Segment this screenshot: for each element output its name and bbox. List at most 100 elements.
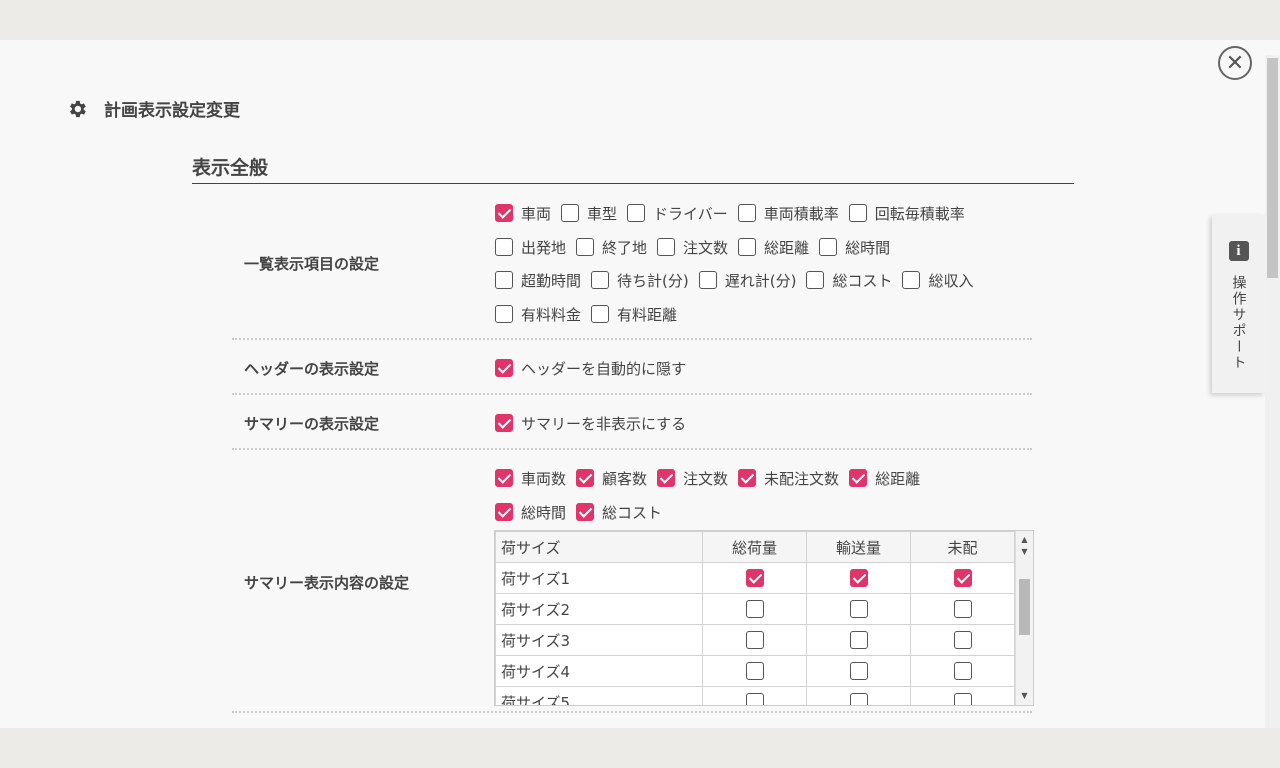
summary-item-option[interactable]: 総距離 <box>849 468 920 489</box>
support-tab[interactable]: i 操作サポート <box>1212 215 1265 393</box>
divider <box>232 448 1032 450</box>
summary-item-checkbox[interactable] <box>657 469 676 487</box>
page-scroll-thumb[interactable] <box>1267 58 1278 278</box>
cargo-size-checkbox[interactable] <box>745 600 764 619</box>
table-header-cell: 未配 <box>910 531 1015 563</box>
scroll-up-icon[interactable]: ▲ <box>1016 533 1033 547</box>
list-item-checkbox[interactable] <box>591 271 610 289</box>
cargo-size-checkbox[interactable] <box>953 693 972 705</box>
list-item-checkbox[interactable] <box>806 271 825 289</box>
divider <box>232 393 1032 395</box>
list-item-checkbox[interactable] <box>495 238 513 256</box>
list-item-option[interactable]: 総収入 <box>902 270 973 291</box>
header-autohide-checkbox[interactable] <box>495 359 513 377</box>
table-row: 荷サイズ2 <box>495 593 1015 625</box>
table-cell <box>910 593 1015 625</box>
summary-hide-checkbox[interactable] <box>495 414 513 432</box>
cargo-size-checkbox[interactable] <box>953 600 972 619</box>
close-icon[interactable]: ✕ <box>1218 46 1252 80</box>
cargo-size-checkbox[interactable] <box>745 631 764 650</box>
list-item-option[interactable]: 出発地 <box>495 237 566 258</box>
header-autohide-option[interactable]: ヘッダーを自動的に隠す <box>495 358 686 379</box>
summary-item-option-label: 顧客数 <box>602 469 648 488</box>
summary-item-option[interactable]: 未配注文数 <box>738 468 839 489</box>
list-item-option[interactable]: 総時間 <box>819 237 890 258</box>
list-item-checkbox[interactable] <box>657 238 676 256</box>
list-item-checkbox[interactable] <box>495 305 513 323</box>
cargo-size-checkbox[interactable] <box>953 631 972 650</box>
list-item-checkbox[interactable] <box>738 238 757 256</box>
list-item-checkbox[interactable] <box>698 271 717 289</box>
scroll-down-small-icon[interactable]: ▼ <box>1016 547 1033 556</box>
list-item-option[interactable]: 車両積載率 <box>737 203 839 224</box>
header-autohide-label: ヘッダーを自動的に隠す <box>521 359 687 378</box>
list-item-option[interactable]: 有料料金 <box>495 304 581 325</box>
list-item-option-label: 車両積載率 <box>763 204 839 223</box>
table-scrollbar[interactable]: ▲ ▼ ▼ <box>1015 531 1033 705</box>
summary-item-option[interactable]: 顧客数 <box>576 468 647 489</box>
cargo-size-checkbox[interactable] <box>849 600 868 619</box>
list-item-option[interactable]: 回転毎積載率 <box>848 203 965 224</box>
list-item-option[interactable]: ドライバー <box>627 203 728 224</box>
list-item-option[interactable]: 遅れ計(分) <box>698 270 796 291</box>
list-item-option[interactable]: 注文数 <box>657 237 728 258</box>
cargo-size-checkbox[interactable] <box>953 662 972 681</box>
list-item-option[interactable]: 終了地 <box>576 237 647 258</box>
cargo-size-name: 荷サイズ5 <box>495 686 703 705</box>
table-cell <box>806 593 911 625</box>
list-item-checkbox[interactable] <box>576 238 595 256</box>
list-item-option[interactable]: 待ち計(分) <box>591 270 689 291</box>
list-item-option-label: 出発地 <box>521 238 567 257</box>
summary-hide-option[interactable]: サマリーを非表示にする <box>495 413 686 434</box>
summary-item-option[interactable]: 総コスト <box>576 502 662 523</box>
summary-item-option[interactable]: 車両数 <box>495 468 566 489</box>
list-item-checkbox[interactable] <box>737 204 756 222</box>
summary-item-checkbox[interactable] <box>495 469 513 487</box>
table-cell <box>702 655 807 687</box>
list-item-option[interactable]: 超勤時間 <box>495 270 581 291</box>
list-item-checkbox[interactable] <box>591 305 610 323</box>
page-scrollbar[interactable] <box>1265 55 1280 728</box>
summary-item-checkbox[interactable] <box>849 469 868 487</box>
summary-item-checkbox[interactable] <box>495 503 513 521</box>
list-item-option[interactable]: 総距離 <box>738 237 809 258</box>
table-header-cell: 荷サイズ <box>495 531 703 563</box>
list-item-option-label: 総収入 <box>928 271 974 290</box>
cargo-size-checkbox[interactable] <box>745 693 764 705</box>
summary-item-option[interactable]: 注文数 <box>657 468 728 489</box>
section-title: 表示全般 <box>192 153 1074 184</box>
list-items-label: 一覧表示項目の設定 <box>244 255 380 273</box>
list-item-option[interactable]: 車型 <box>561 203 617 224</box>
cargo-size-checkbox[interactable] <box>745 662 764 681</box>
cargo-size-checkbox[interactable] <box>849 662 868 681</box>
list-item-checkbox[interactable] <box>902 271 921 289</box>
summary-item-checkbox[interactable] <box>738 469 757 487</box>
list-item-checkbox[interactable] <box>495 271 513 289</box>
cargo-size-checkbox[interactable] <box>953 569 972 588</box>
cargo-size-name: 荷サイズ2 <box>495 593 703 625</box>
summary-item-checkbox[interactable] <box>576 503 595 521</box>
table-cell <box>910 624 1015 656</box>
list-item-option[interactable]: 総コスト <box>806 270 892 291</box>
list-item-row: 有料料金 有料距離 <box>495 303 687 325</box>
list-item-checkbox[interactable] <box>627 204 646 222</box>
list-item-checkbox[interactable] <box>561 204 580 222</box>
cargo-size-checkbox[interactable] <box>745 569 764 588</box>
list-item-checkbox[interactable] <box>495 204 513 222</box>
cargo-size-name: 荷サイズ4 <box>495 655 703 687</box>
cargo-size-checkbox[interactable] <box>849 631 868 650</box>
cargo-size-checkbox[interactable] <box>849 569 868 588</box>
summary-item-checkbox[interactable] <box>576 469 595 487</box>
summary-item-option[interactable]: 総時間 <box>495 502 566 523</box>
list-item-option[interactable]: 有料距離 <box>591 304 677 325</box>
divider <box>232 338 1032 340</box>
list-item-row: 超勤時間 待ち計(分) 遅れ計(分) 総コスト 総収入 <box>495 269 983 291</box>
table-row: 荷サイズ4 <box>495 655 1015 687</box>
cargo-size-checkbox[interactable] <box>849 693 868 705</box>
list-item-checkbox[interactable] <box>819 238 838 256</box>
table-scroll-thumb[interactable] <box>1019 579 1030 635</box>
list-item-checkbox[interactable] <box>848 204 867 222</box>
list-item-option[interactable]: 車両 <box>495 203 551 224</box>
list-item-option-label: 総時間 <box>845 238 891 257</box>
scroll-down-icon[interactable]: ▼ <box>1016 689 1033 703</box>
